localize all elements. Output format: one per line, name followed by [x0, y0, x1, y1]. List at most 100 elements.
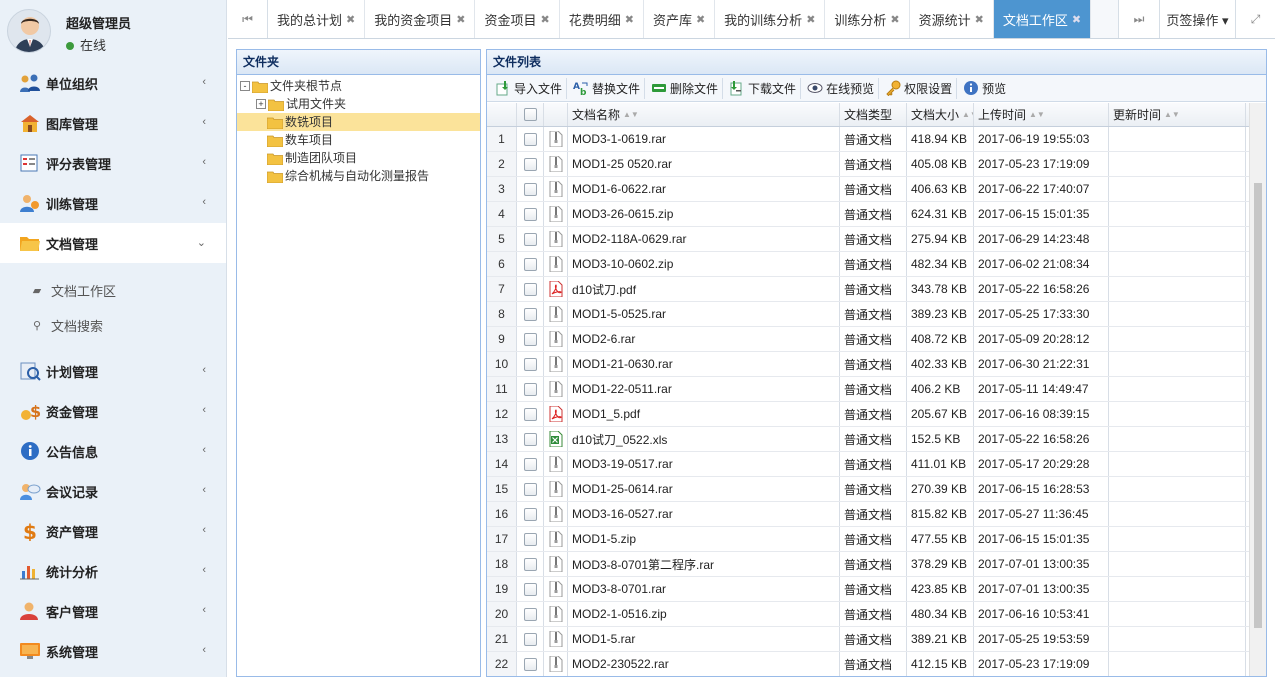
- file-name-cell[interactable]: MOD3-19-0517.rar: [568, 452, 840, 476]
- file-name-cell[interactable]: MOD1-6-0622.rar: [568, 177, 840, 201]
- table-row[interactable]: 20 MOD2-1-0516.zip 普通文档 480.34 KB 2017-06-16…: [487, 602, 1249, 627]
- row-checkbox[interactable]: [517, 477, 544, 501]
- row-checkbox[interactable]: [517, 502, 544, 526]
- table-row[interactable]: 19 MOD3-8-0701.rar 普通文档 423.85 KB 2017-07-01…: [487, 577, 1249, 602]
- row-checkbox[interactable]: [517, 452, 544, 476]
- table-row[interactable]: 22 MOD2-230522.rar 普通文档 412.15 KB 2017-05-23…: [487, 652, 1249, 676]
- submenu-item-search[interactable]: ⚲ 文档搜索: [0, 308, 226, 343]
- table-row[interactable]: 1 MOD3-1-0619.rar 普通文档 418.94 KB 2017-06-19 …: [487, 127, 1249, 152]
- file-name-cell[interactable]: MOD1-5-0525.rar: [568, 302, 840, 326]
- close-icon[interactable]: ✖: [696, 13, 705, 26]
- table-row[interactable]: 7 d10试刀.pdf 普通文档 343.78 KB 2017-05-22 16:58:…: [487, 277, 1249, 302]
- expand-toggle-icon[interactable]: +: [256, 99, 266, 109]
- menu-item-system[interactable]: 系统管理 ‹: [0, 631, 226, 671]
- file-name-cell[interactable]: MOD2-1-0516.zip: [568, 602, 840, 626]
- tab-training-analysis[interactable]: 训练分析 ✖: [825, 0, 910, 38]
- table-row[interactable]: 15 MOD1-25-0614.rar 普通文档 270.39 KB 2017-06-1…: [487, 477, 1249, 502]
- menu-item-gallery[interactable]: 图库管理 ‹: [0, 103, 226, 143]
- menu-item-stats[interactable]: 统计分析 ‹: [0, 551, 226, 591]
- table-row[interactable]: 10 MOD1-21-0630.rar 普通文档 402.33 KB 2017-06-3…: [487, 352, 1249, 377]
- menu-item-org[interactable]: 单位组织 ‹: [0, 63, 226, 103]
- table-row[interactable]: 16 MOD3-16-0527.rar 普通文档 815.82 KB 2017-05-2…: [487, 502, 1249, 527]
- close-icon[interactable]: ✖: [540, 13, 549, 26]
- file-name-cell[interactable]: MOD3-1-0619.rar: [568, 127, 840, 151]
- menu-item-customers[interactable]: 客户管理 ‹: [0, 591, 226, 631]
- tree-node-lathe[interactable]: 数车项目: [237, 131, 480, 149]
- row-checkbox[interactable]: [517, 202, 544, 226]
- column-header-uploaded[interactable]: 上传时间 ▲▼: [974, 103, 1109, 126]
- file-name-cell[interactable]: MOD1-25 0520.rar: [568, 152, 840, 176]
- replace-file-button[interactable]: Ab 替换文件: [569, 77, 646, 99]
- close-icon[interactable]: ✖: [1072, 13, 1081, 26]
- row-checkbox[interactable]: [517, 352, 544, 376]
- tree-node-milling[interactable]: 数铣项目: [237, 113, 480, 131]
- tab-my-fund-projects[interactable]: 我的资金项目 ✖: [365, 0, 476, 38]
- menu-item-scoresheet[interactable]: 评分表管理 ‹: [0, 143, 226, 183]
- table-row[interactable]: 6 MOD3-10-0602.zip 普通文档 482.34 KB 2017-06-02…: [487, 252, 1249, 277]
- table-row[interactable]: 13 d10试刀_0522.xls 普通文档 152.5 KB 2017-05-22 1…: [487, 427, 1249, 452]
- row-checkbox[interactable]: [517, 602, 544, 626]
- download-file-button[interactable]: 下载文件: [725, 77, 802, 99]
- row-checkbox[interactable]: [517, 402, 544, 426]
- select-all-checkbox[interactable]: [517, 103, 544, 126]
- close-icon[interactable]: ✖: [625, 13, 634, 26]
- tree-node-team[interactable]: 制造团队项目: [237, 149, 480, 167]
- preview-button[interactable]: 预览: [959, 78, 1010, 99]
- file-name-cell[interactable]: d10试刀_0522.xls: [568, 427, 840, 451]
- file-name-cell[interactable]: d10试刀.pdf: [568, 277, 840, 301]
- table-row[interactable]: 11 MOD1-22-0511.rar 普通文档 406.2 KB 2017-05-11…: [487, 377, 1249, 402]
- close-icon[interactable]: ✖: [975, 13, 984, 26]
- menu-item-notices[interactable]: 公告信息 ‹: [0, 431, 226, 471]
- close-icon[interactable]: ✖: [456, 13, 465, 26]
- close-icon[interactable]: ✖: [806, 13, 815, 26]
- table-row[interactable]: 5 MOD2-118A-0629.rar 普通文档 275.94 KB 2017-06-…: [487, 227, 1249, 252]
- file-name-cell[interactable]: MOD3-26-0615.zip: [568, 202, 840, 226]
- tab-my-plan[interactable]: 我的总计划 ✖: [268, 0, 366, 38]
- column-header-name[interactable]: 文档名称 ▲▼: [568, 103, 840, 126]
- menu-item-meetings[interactable]: 会议记录 ‹: [0, 471, 226, 511]
- column-header-size[interactable]: 文档大小▲▼: [907, 103, 974, 126]
- row-checkbox[interactable]: [517, 277, 544, 301]
- tab-expense-details[interactable]: 花费明细 ✖: [559, 0, 644, 38]
- table-row[interactable]: 2 MOD1-25 0520.rar 普通文档 405.08 KB 2017-05-23…: [487, 152, 1249, 177]
- row-checkbox[interactable]: [517, 527, 544, 551]
- file-name-cell[interactable]: MOD1-25-0614.rar: [568, 477, 840, 501]
- table-row[interactable]: 12 MOD1_5.pdf 普通文档 205.67 KB 2017-06-16 08:3…: [487, 402, 1249, 427]
- row-checkbox[interactable]: [517, 577, 544, 601]
- file-name-cell[interactable]: MOD3-16-0527.rar: [568, 502, 840, 526]
- file-name-cell[interactable]: MOD3-8-0701.rar: [568, 577, 840, 601]
- menu-item-funds[interactable]: $ 资金管理 ‹: [0, 391, 226, 431]
- vertical-scrollbar[interactable]: [1249, 103, 1266, 676]
- close-icon[interactable]: ✖: [890, 13, 899, 26]
- import-file-button[interactable]: 导入文件: [491, 77, 568, 99]
- table-row[interactable]: 3 MOD1-6-0622.rar 普通文档 406.63 KB 2017-06-22 …: [487, 177, 1249, 202]
- row-checkbox[interactable]: [517, 177, 544, 201]
- avatar[interactable]: [7, 9, 51, 53]
- table-row[interactable]: 17 MOD1-5.zip 普通文档 477.55 KB 2017-06-15 15:0…: [487, 527, 1249, 552]
- table-row[interactable]: 8 MOD1-5-0525.rar 普通文档 389.23 KB 2017-05-25 …: [487, 302, 1249, 327]
- tree-node-report[interactable]: 综合机械与自动化测量报告: [237, 167, 480, 185]
- file-name-cell[interactable]: MOD1-5.rar: [568, 627, 840, 651]
- file-name-cell[interactable]: MOD2-230522.rar: [568, 652, 840, 676]
- tab-scroll-right-button[interactable]: ⏭: [1118, 0, 1159, 38]
- delete-file-button[interactable]: 删除文件: [647, 77, 724, 99]
- row-checkbox[interactable]: [517, 127, 544, 151]
- file-name-cell[interactable]: MOD1-21-0630.rar: [568, 352, 840, 376]
- menu-item-assets[interactable]: $ 资产管理 ‹: [0, 511, 226, 551]
- menu-item-documents[interactable]: 文档管理 ⌄: [0, 223, 226, 263]
- row-checkbox[interactable]: [517, 652, 544, 676]
- collapse-toggle-icon[interactable]: -: [240, 81, 250, 91]
- submenu-item-workspace[interactable]: ▰ 文档工作区: [0, 273, 226, 308]
- tab-fund-projects[interactable]: 资金项目 ✖: [475, 0, 560, 38]
- column-header-type[interactable]: 文档类型: [840, 103, 907, 126]
- scrollbar-thumb[interactable]: [1254, 183, 1262, 628]
- table-row[interactable]: 18 MOD3-8-0701第二程序.rar 普通文档 378.29 KB 2017-0…: [487, 552, 1249, 577]
- row-checkbox[interactable]: [517, 627, 544, 651]
- column-header-updated[interactable]: 更新时间 ▲▼: [1109, 103, 1246, 126]
- file-name-cell[interactable]: MOD2-6.rar: [568, 327, 840, 351]
- menu-item-plan[interactable]: 计划管理 ‹: [0, 351, 226, 391]
- permission-settings-button[interactable]: 权限设置: [881, 77, 958, 99]
- fullscreen-button[interactable]: ⤢: [1235, 0, 1275, 38]
- close-icon[interactable]: ✖: [346, 13, 355, 26]
- table-row[interactable]: 9 MOD2-6.rar 普通文档 408.72 KB 2017-05-09 20:28…: [487, 327, 1249, 352]
